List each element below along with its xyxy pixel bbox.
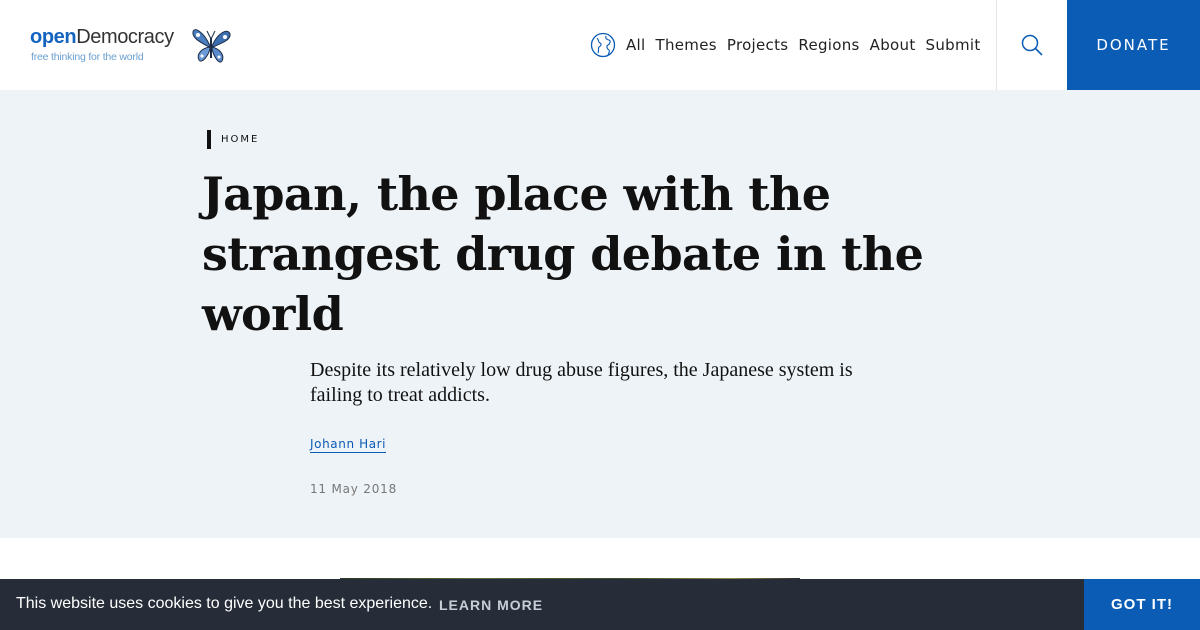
globe-icon[interactable] (590, 32, 616, 58)
nav-item-projects[interactable]: Projects (727, 36, 789, 54)
cookie-message: This website uses cookies to give you th… (16, 595, 433, 612)
search-icon (1021, 34, 1043, 56)
site-logo[interactable]: openDemocracy free thinking for the worl… (30, 26, 235, 68)
search-button[interactable] (996, 0, 1067, 90)
article-title: Japan, the place with the strangest drug… (202, 167, 924, 341)
main-nav: All Themes Projects Regions About Submit (590, 30, 981, 60)
nav-item-regions[interactable]: Regions (798, 36, 859, 54)
nav-item-about[interactable]: About (870, 36, 916, 54)
site-header: openDemocracy free thinking for the worl… (0, 0, 1200, 90)
logo-tagline: free thinking for the world (31, 51, 144, 63)
nav-item-submit[interactable]: Submit (926, 36, 981, 54)
donate-button[interactable]: DONATE (1067, 0, 1200, 90)
learn-more-link[interactable]: LEARN MORE (439, 597, 543, 613)
breadcrumb[interactable]: HOME (207, 130, 259, 149)
author-link[interactable]: Johann Hari (310, 437, 387, 453)
nav-item-all[interactable]: All (626, 36, 646, 54)
butterfly-icon (192, 29, 231, 63)
accept-cookies-button[interactable]: GOT IT! (1084, 579, 1200, 630)
publish-date: 11 May 2018 (310, 482, 398, 496)
nav-item-themes[interactable]: Themes (656, 36, 717, 54)
cookie-banner: This website uses cookies to give you th… (0, 579, 1200, 630)
logo-wordmark: openDemocracy (30, 26, 174, 48)
article-standfirst: Despite its relatively low drug abuse fi… (310, 359, 853, 406)
article-header: HOME Japan, the place with the strangest… (0, 90, 1200, 538)
